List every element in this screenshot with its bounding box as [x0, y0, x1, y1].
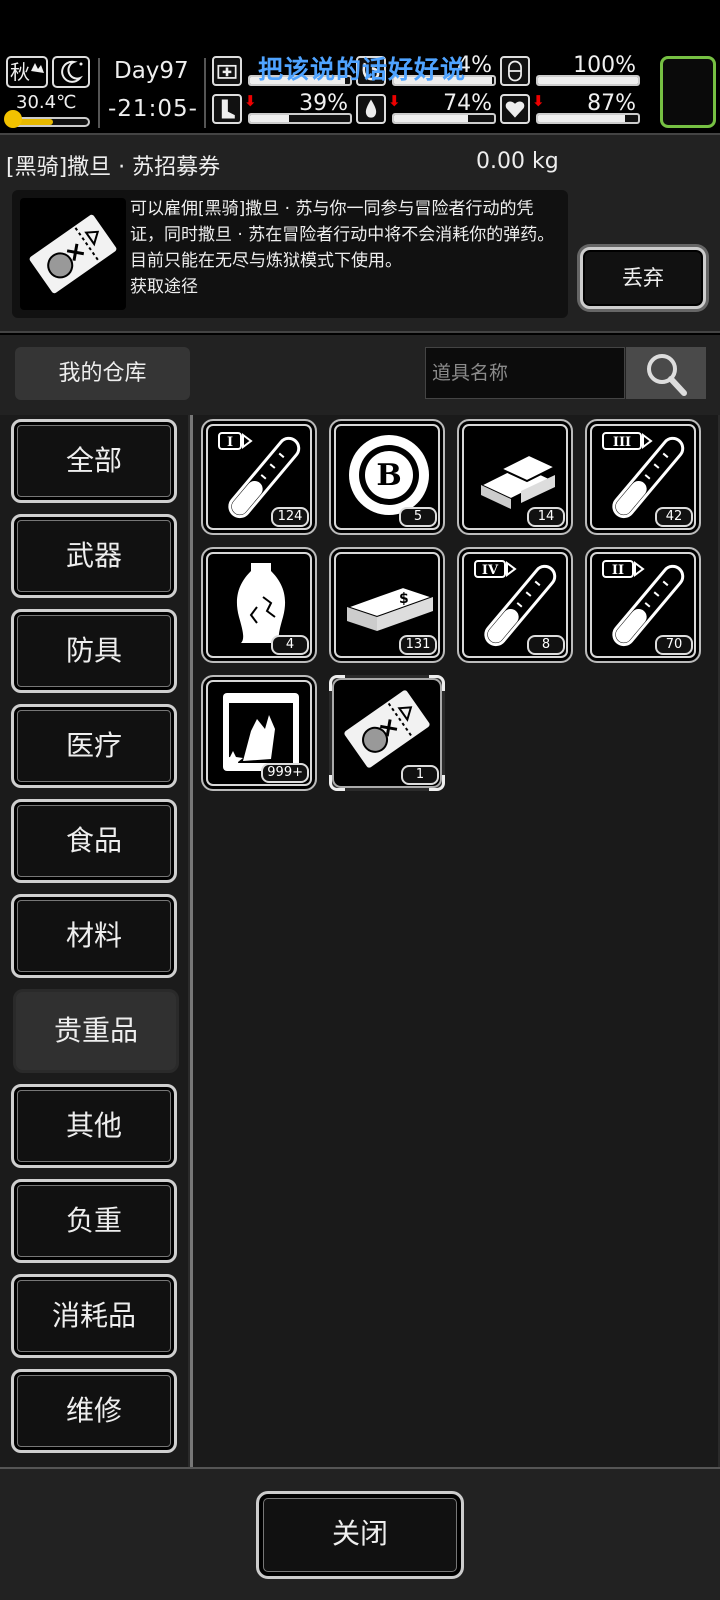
item-title: [黑骑]撒旦 · 苏招募券 — [6, 155, 221, 180]
category-tab[interactable]: 消耗品 — [11, 1274, 177, 1358]
item-count: 131 — [399, 635, 437, 655]
svg-text:III: III — [613, 435, 631, 450]
category-tab[interactable]: 防具 — [11, 609, 177, 693]
item-count: 4 — [271, 635, 309, 655]
drop-button[interactable]: 丢弃 — [580, 247, 706, 309]
sun-icon — [4, 110, 22, 128]
status-meter: ⬇ 39% — [212, 91, 354, 124]
decrease-arrow-icon: ⬇ — [388, 92, 401, 110]
meter-fill — [394, 115, 468, 122]
item-slot[interactable]: 999+ — [201, 675, 317, 791]
bottom-bar: 关闭 — [0, 1467, 720, 1600]
selection-corner — [429, 675, 445, 691]
meter-fill — [538, 77, 638, 84]
item-grid: I 124 B 5 14 III 42 4 $131 IV 8 II 70 999+ 1 — [190, 415, 718, 1467]
item-count: 5 — [399, 507, 437, 527]
item-count: 999+ — [261, 763, 309, 783]
moon-icon — [61, 60, 83, 83]
status-bar: 秋 30.4℃ Day97 -21:05- 4% 100% ⬇ 39% ⬇ 74% ⬇ 87%… — [0, 0, 720, 133]
temperature-value: 30.4℃ — [16, 92, 77, 113]
recruit-ticket-icon — [20, 198, 126, 310]
divider — [98, 58, 100, 128]
meter-bar — [392, 113, 496, 124]
category-tab[interactable]: 维修 — [11, 1369, 177, 1453]
category-tab[interactable]: 食品 — [11, 799, 177, 883]
category-tab[interactable]: 其他 — [11, 1084, 177, 1168]
item-weight: 0.00 kg — [476, 149, 559, 174]
item-slot[interactable]: $131 — [329, 547, 445, 663]
meter-bar — [536, 75, 640, 86]
clock: -21:05- — [108, 96, 198, 122]
overlay-subtitle: 把该说的话好好说 — [258, 55, 467, 84]
meter-fill — [250, 115, 289, 122]
meter-bar — [536, 113, 640, 124]
my-warehouse-button[interactable]: 我的仓库 — [15, 347, 190, 400]
search-row: 我的仓库 — [0, 335, 720, 415]
weather-icon — [31, 63, 44, 73]
category-tab[interactable]: 武器 — [11, 514, 177, 598]
category-tab[interactable]: 医疗 — [11, 704, 177, 788]
search-icon — [647, 354, 687, 396]
category-tab[interactable]: 全部 — [11, 419, 177, 503]
search-button[interactable] — [626, 347, 706, 399]
item-slot[interactable]: 1 — [329, 675, 445, 791]
category-sidebar[interactable]: 全部武器防具医疗食品材料贵重品其他负重消耗品维修 — [0, 415, 188, 1467]
medkit-icon — [212, 56, 242, 86]
selection-corner — [329, 775, 345, 791]
svg-text:B: B — [376, 458, 401, 493]
decrease-arrow-icon: ⬇ — [532, 92, 545, 110]
pill-icon — [500, 56, 530, 86]
item-count: 124 — [271, 507, 309, 527]
moon-indicator — [52, 56, 90, 88]
status-meter: 100% — [500, 53, 642, 86]
selection-corner — [329, 675, 345, 691]
item-slot[interactable]: 14 — [457, 419, 573, 535]
boot-icon — [212, 94, 242, 124]
category-tab[interactable]: 材料 — [11, 894, 177, 978]
svg-text:I: I — [227, 435, 233, 450]
status-meter: ⬇ 74% — [356, 91, 498, 124]
item-slot[interactable]: III 42 — [585, 419, 701, 535]
heart-icon — [500, 94, 530, 124]
inventory-area: 全部 武器 防具 医疗 食品 材料 贵重品 其他 负重 消耗品 维修 I 124 B 5 14 III 42 4 $… — [0, 415, 720, 1467]
svg-text:IV: IV — [482, 563, 499, 578]
item-slot[interactable]: IV 8 — [457, 547, 573, 663]
item-description-box[interactable]: 可以雇佣[黑骑]撒旦 · 苏与你一同参与冒险者行动的凭证，同时撒旦 · 苏在冒险… — [12, 190, 568, 318]
item-slot[interactable]: B5 — [329, 419, 445, 535]
item-description: 可以雇佣[黑骑]撒旦 · 苏与你一同参与冒险者行动的凭证，同时撒旦 · 苏在冒险… — [130, 196, 555, 300]
category-tab[interactable]: 负重 — [11, 1179, 177, 1263]
item-detail-panel: [黑骑]撒旦 · 苏招募券 0.00 kg 可以雇佣[黑骑]撒旦 · 苏与你一同… — [0, 133, 720, 333]
season-label: 秋 — [10, 60, 30, 84]
water-drop-icon — [356, 94, 386, 124]
recruit-ticket-icon — [344, 690, 430, 768]
item-count: 8 — [527, 635, 565, 655]
svg-text:$: $ — [399, 591, 409, 607]
close-button[interactable]: 关闭 — [256, 1491, 464, 1579]
meter-bar — [248, 113, 352, 124]
item-count: 14 — [527, 507, 565, 527]
svg-text:II: II — [612, 563, 624, 578]
item-description-text: 可以雇佣[黑骑]撒旦 · 苏与你一同参与冒险者行动的凭证，同时撒旦 · 苏在冒险… — [130, 199, 555, 271]
meter-fill — [538, 115, 625, 122]
search-input[interactable] — [425, 347, 625, 399]
quick-slot[interactable] — [660, 56, 716, 128]
category-tab[interactable]: 贵重品 — [13, 989, 179, 1073]
item-count: 70 — [655, 635, 693, 655]
item-slot[interactable]: I 124 — [201, 419, 317, 535]
day-counter: Day97 — [114, 58, 189, 84]
season-indicator: 秋 — [6, 56, 48, 88]
item-slot[interactable]: II 70 — [585, 547, 701, 663]
item-slot[interactable]: 4 — [201, 547, 317, 663]
item-description-cutoff: 获取途径 — [130, 277, 198, 297]
status-meter: ⬇ 87% — [500, 91, 642, 124]
selection-corner — [429, 775, 445, 791]
decrease-arrow-icon: ⬇ — [244, 92, 257, 110]
item-count: 42 — [655, 507, 693, 527]
divider — [204, 58, 206, 128]
